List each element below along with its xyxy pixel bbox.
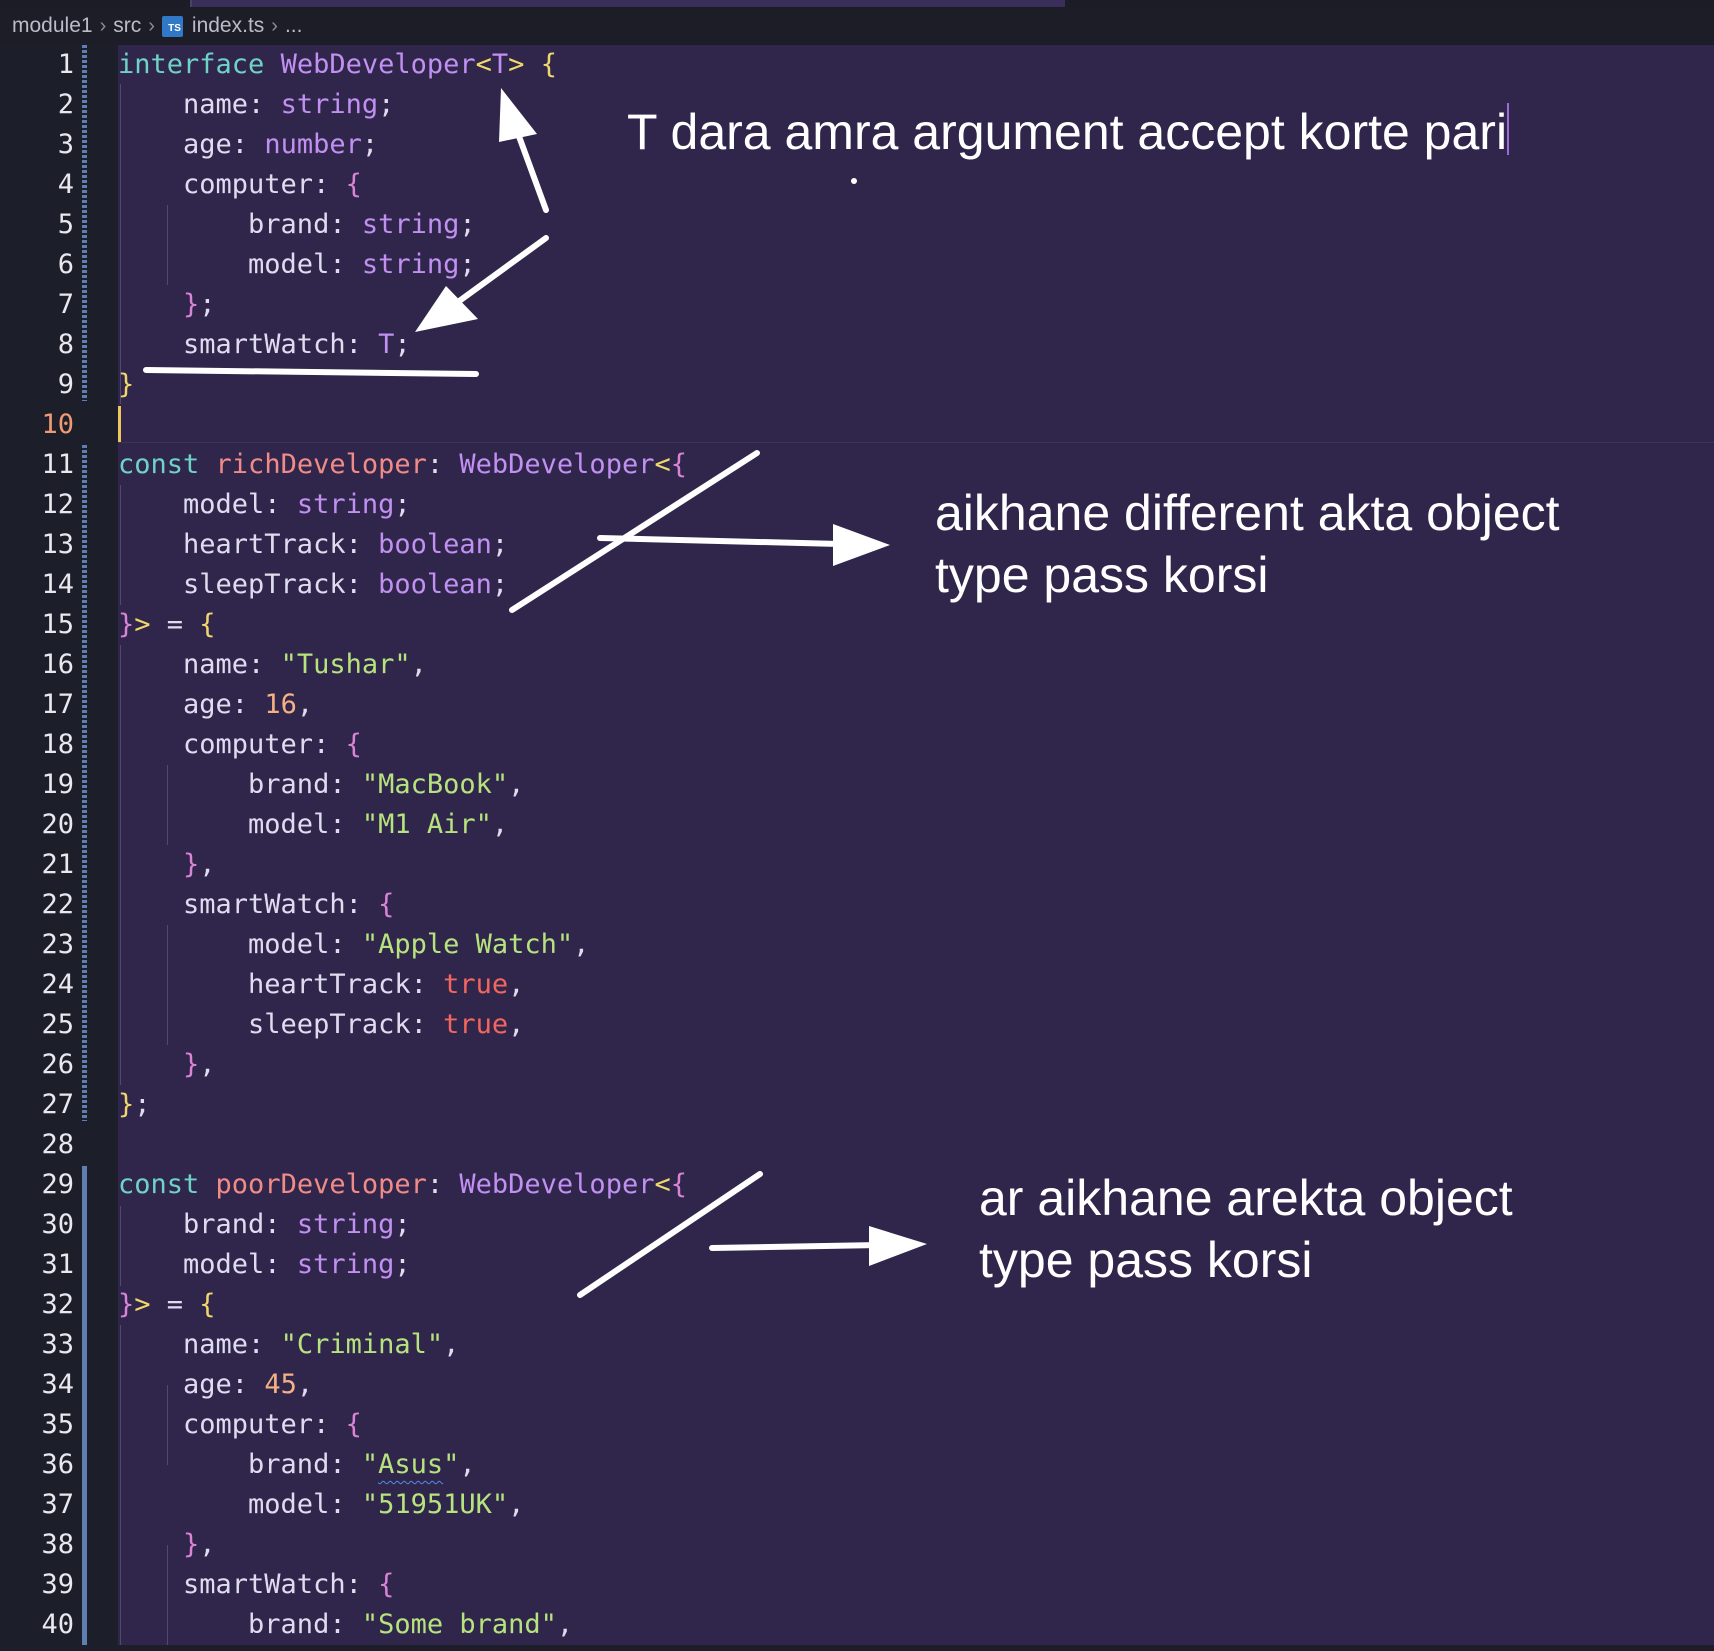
annotation-note-line: type pass korsi	[979, 1232, 1313, 1288]
strike-stroke	[577, 1171, 763, 1298]
annotation-note-generic-t: T dara amra argument accept korte pari	[627, 101, 1510, 163]
annotation-note-line: aikhane different akta object	[935, 485, 1560, 541]
stray-dot	[851, 178, 857, 184]
annotation-arrow-right	[709, 1242, 883, 1251]
annotation-note-text: T dara amra argument accept korte pari	[627, 104, 1508, 160]
annotation-note-poor-developer: ar aikhane arekta object type pass korsi	[979, 1167, 1513, 1291]
strike-stroke	[509, 450, 760, 613]
status-area	[0, 1645, 1714, 1651]
annotation-note-line: type pass korsi	[935, 547, 1269, 603]
annotation-drawings	[143, 88, 927, 1298]
arrowhead	[869, 1226, 927, 1266]
annotation-note-line: ar aikhane arekta object	[979, 1170, 1513, 1226]
text-caret	[1507, 103, 1510, 155]
annotation-arrow-right	[597, 535, 843, 547]
arrowhead	[833, 524, 890, 566]
underline-stroke	[143, 367, 479, 377]
arrowhead	[499, 88, 537, 142]
annotation-note-rich-developer: aikhane different akta object type pass …	[935, 482, 1560, 606]
